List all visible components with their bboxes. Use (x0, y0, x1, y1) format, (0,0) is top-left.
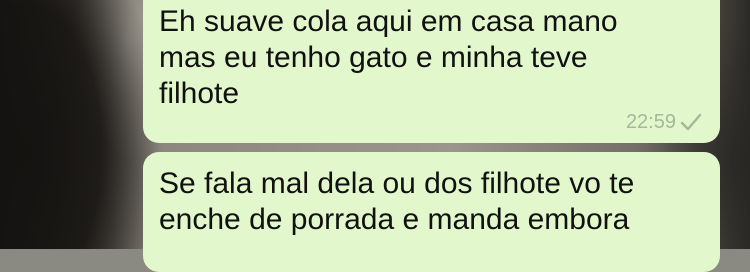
message-meta: 22:59 (626, 111, 702, 133)
message-text-line: mas eu tenho gato e minha teve (159, 41, 588, 74)
outgoing-message-bubble[interactable]: Se fala mal dela ou dos filhote vo te en… (143, 152, 720, 272)
message-timestamp: 22:59 (625, 111, 676, 133)
single-check-icon (680, 113, 702, 131)
message-text-line: filhote (159, 77, 240, 110)
message-text-line: Eh suave cola aqui em casa mano (159, 5, 618, 38)
outgoing-message-bubble[interactable]: Eh suave cola aqui em casa mano mas eu t… (143, 0, 720, 143)
message-text-line: Se fala mal dela ou dos filhote vo te (159, 167, 635, 200)
message-text-line: enche de porrada e manda embora (159, 203, 630, 236)
